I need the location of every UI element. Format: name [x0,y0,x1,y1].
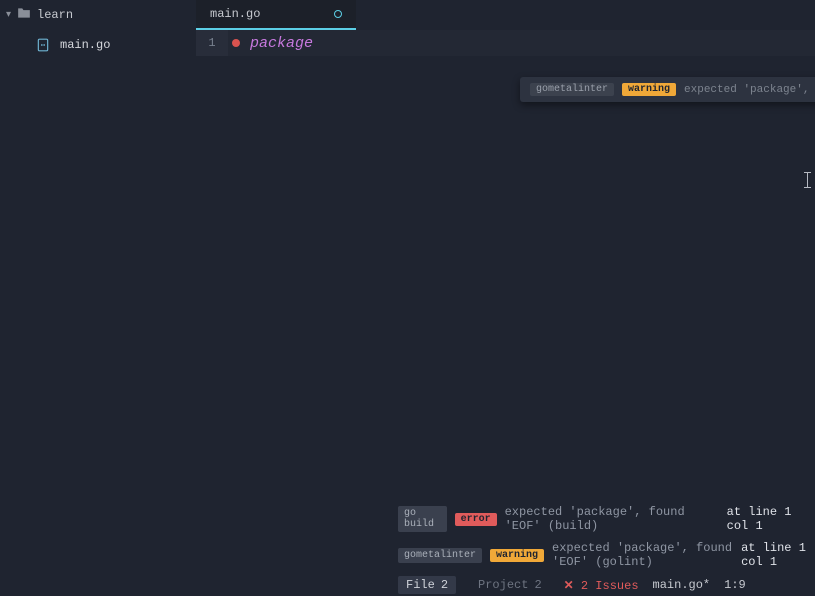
tree-file-label: main.go [60,38,110,52]
status-scope-project-count: 2 [534,578,541,592]
issue-source-chip: go build [398,506,447,532]
issue-message: expected 'package', found 'EOF' (golint) [552,541,733,569]
chevron-down-icon: ▾ [6,9,11,21]
status-scope-file-label: File [406,578,435,592]
issues-panel: go build error expected 'package', found… [392,500,815,574]
line-number: 1 [196,30,228,56]
lint-error-gutter-icon[interactable] [228,39,244,47]
code-line-1[interactable]: package [244,35,317,52]
keyword-package: package [250,35,313,52]
status-scope-file[interactable]: File 2 [398,576,456,594]
file-tree: ▾ learn main.go [0,0,196,596]
project-name: learn [37,8,73,22]
tree-file-main-go[interactable]: main.go [0,30,196,60]
lint-message: expected 'package', found 'EOF' (golint) [684,84,815,96]
status-bar: File 2 Project 2 ✕ 2 Issues main.go* 1:9 [392,574,815,596]
tab-main-go[interactable]: main.go [196,0,356,30]
issue-source-chip: gometalinter [398,548,482,563]
issue-level-chip: error [455,513,497,526]
modified-indicator-icon [334,10,342,18]
status-issues-label: 2 Issues [581,579,639,593]
tab-bar: main.go [196,0,815,30]
status-cursor-position: 1:9 [724,578,746,592]
issue-row[interactable]: gometalinter warning expected 'package',… [392,538,815,572]
lint-tooltip: gometalinter warning expected 'package',… [520,77,815,102]
status-scope-project-label: Project [478,578,528,592]
status-issues[interactable]: ✕ 2 Issues [564,578,639,593]
text-cursor-icon [803,172,811,188]
issue-location: at line 1 col 1 [741,541,809,569]
project-root[interactable]: ▾ learn [0,0,196,30]
status-filename: main.go* [653,578,711,592]
go-file-icon [36,38,50,52]
issue-level-chip: warning [490,549,544,562]
folder-icon [17,7,31,23]
code-editor[interactable]: 1 package [196,30,815,56]
tab-title: main.go [210,7,260,21]
issue-location: at line 1 col 1 [727,505,809,533]
issue-row[interactable]: go build error expected 'package', found… [392,502,815,536]
lint-source-chip: gometalinter [530,83,614,96]
status-scope-project[interactable]: Project 2 [470,576,550,594]
error-x-icon: ✕ [564,579,574,593]
status-scope-file-count: 2 [441,578,448,592]
issue-message: expected 'package', found 'EOF' (build) [505,505,719,533]
lint-level-chip: warning [622,83,676,96]
